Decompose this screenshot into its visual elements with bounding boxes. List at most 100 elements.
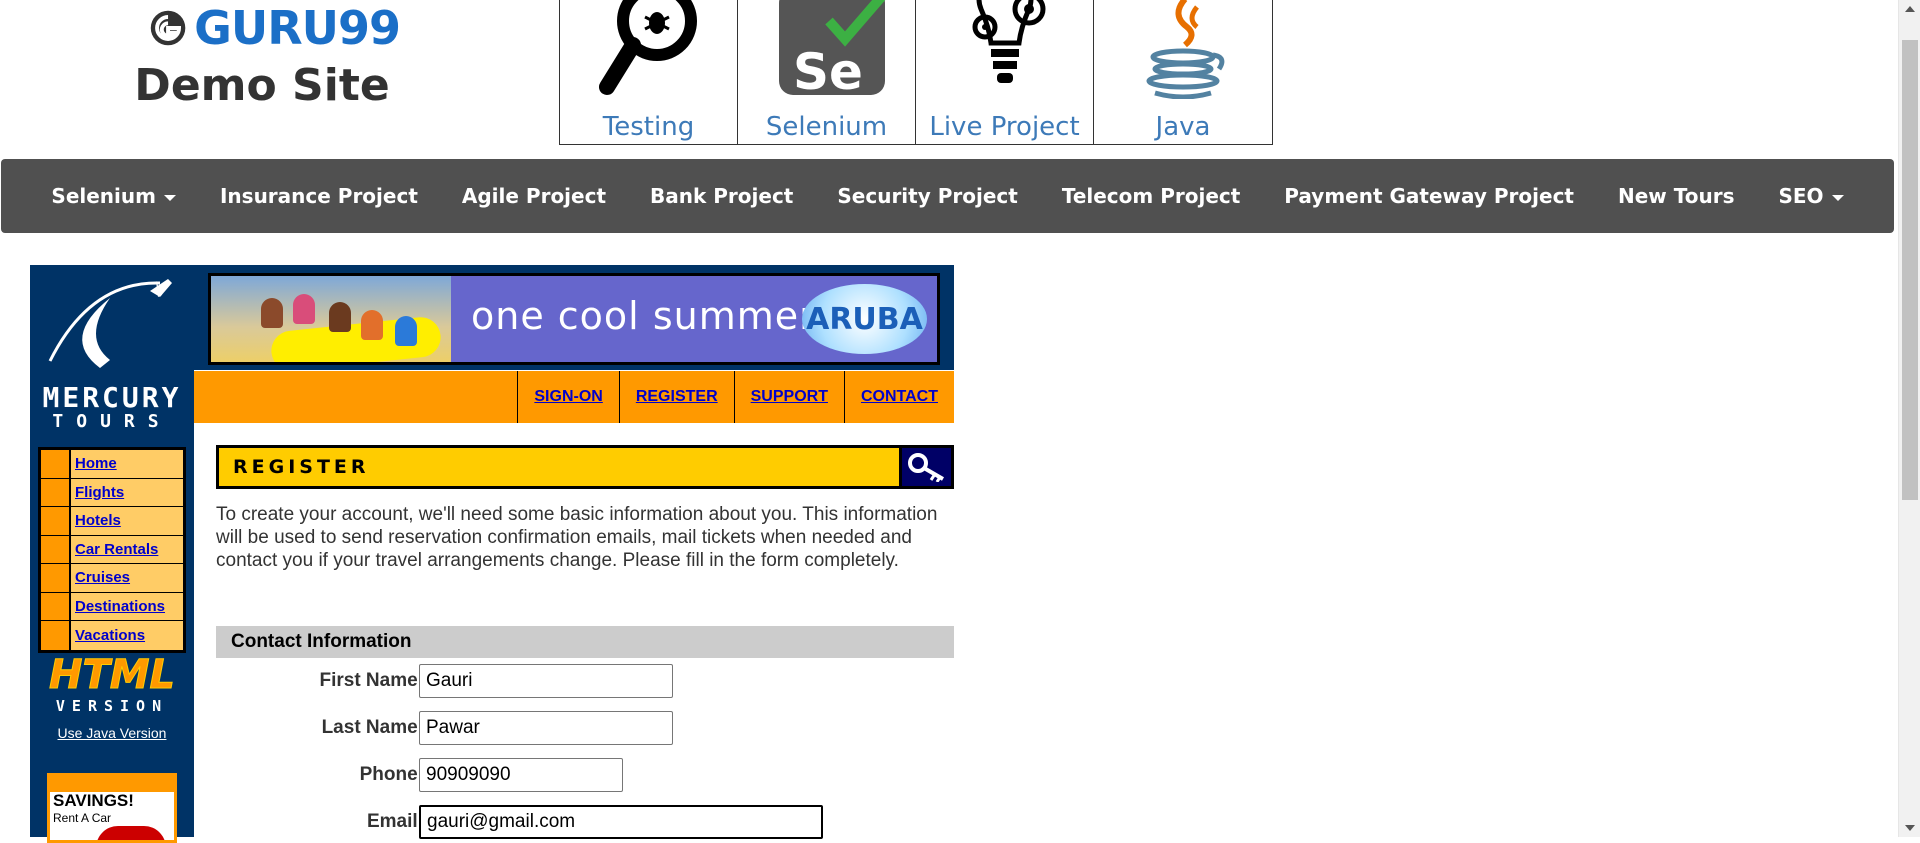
nav-payment-gateway-project[interactable]: Payment Gateway Project [1262,184,1596,208]
savings-title: SAVINGS! [53,791,134,810]
register-link[interactable]: REGISTER [636,388,718,406]
side-menu-item-car-rentals: Car Rentals [41,535,183,564]
banner-slogan: one cool summer [471,294,816,338]
register-intro-text: To create your account, we'll need some … [216,504,938,571]
nav-label: Agile Project [461,184,607,208]
phone-row: Phone: [216,758,954,794]
side-menu-link[interactable]: Car Rentals [75,541,158,558]
guru99-logo[interactable]: GURU99 [150,1,401,55]
email-row: Email: [216,805,954,841]
person-shape [293,294,315,324]
side-menu-link[interactable]: Hotels [75,512,121,529]
mercury-word: MERCURY [42,381,182,414]
aruba-banner[interactable]: one cool summer ARUBA [208,273,940,365]
last-name-row: Last Name: [216,711,954,747]
side-menu-link[interactable]: Destinations [75,598,165,615]
side-menu-item-destinations: Destinations [41,592,183,621]
nav-label: Security Project [837,184,1018,208]
contact-info-section-title: Contact Information [216,626,954,658]
tile-label: Selenium [765,112,888,142]
java-cup-icon [1094,0,1272,99]
phone-field[interactable] [419,758,623,792]
side-menu-link[interactable]: Home [75,455,117,472]
tours-word: TOURS [52,411,172,432]
nav-security-project[interactable]: Security Project [815,184,1039,208]
savings-ad-bar [50,776,174,792]
first-name-row: First Name: [216,664,954,700]
html-version-title: HTML [48,652,176,698]
nav-insurance-project[interactable]: Insurance Project [198,184,440,208]
magnifier-bug-icon [560,0,737,99]
tile-java[interactable]: Java [1094,0,1272,144]
page-scrollbar[interactable] [1898,0,1920,837]
menu-bullet [41,592,71,620]
side-menu-link[interactable]: Cruises [75,569,130,586]
scroll-up-arrow-icon[interactable] [1905,6,1915,12]
scrollbar-thumb[interactable] [1902,40,1918,500]
mercury-side-menu: Home Flights Hotels Car Rentals Cruises … [38,447,186,653]
car-image [96,826,166,840]
mercury-tours-logo[interactable]: MERCURY TOURS [30,273,194,432]
site-brand[interactable]: GURU99 Demo Site [134,0,401,108]
email-label: Email: [366,811,424,832]
side-menu-item-cruises: Cruises [41,564,183,593]
first-name-field[interactable] [419,664,673,698]
nav-seo[interactable]: SEO [1756,184,1865,208]
person-shape [395,316,417,346]
nav-telecom-project[interactable]: Telecom Project [1040,184,1262,208]
top-link-cell: SIGN-ON [517,371,618,423]
selenium-logo-icon: Se [738,0,915,99]
nav-label: Insurance Project [219,184,418,208]
savings-ad[interactable]: SAVINGS! Rent A Car [47,773,177,843]
top-link-cell: REGISTER [618,371,734,423]
airplane-logo-icon [48,279,172,368]
support-link[interactable]: SUPPORT [751,388,828,406]
side-menu-link[interactable]: Flights [75,484,124,501]
menu-bullet [41,450,71,478]
html-version-badge: HTML VERSION Use Java Version [30,652,194,742]
email-field[interactable] [419,805,823,839]
course-tiles: Testing Se Selenium Live Project Java [559,0,1273,145]
last-name-label: Last Name: [321,717,424,738]
last-name-field[interactable] [419,711,673,745]
caret-down-icon [163,194,176,201]
banner-area: one cool summer ARUBA [194,265,954,370]
menu-bullet [41,478,71,506]
person-shape [361,310,383,340]
nav-label: Bank Project [650,184,794,208]
person-shape [261,298,283,328]
first-name-label: First Name: [319,670,424,691]
sign-on-link[interactable]: SIGN-ON [534,388,602,406]
contact-link[interactable]: CONTACT [861,388,938,406]
scroll-down-arrow-icon[interactable] [1905,825,1915,831]
nav-label: New Tours [1618,184,1735,208]
side-menu-item-hotels: Hotels [41,507,183,536]
side-menu-item-vacations: Vacations [41,621,183,650]
tile-label: Testing [602,112,695,142]
savings-subtitle: Rent A Car [53,810,112,825]
nav-label: Telecom Project [1061,184,1241,208]
svg-text:Se: Se [793,43,863,99]
use-java-version-link[interactable]: Use Java Version [30,725,194,741]
nav-label: Selenium [51,184,156,208]
tile-live-project[interactable]: Live Project [916,0,1094,144]
site-subtitle: Demo Site [134,60,390,111]
aruba-logo: ARUBA [802,284,927,354]
guru99-logo-icon [150,10,186,46]
nav-new-tours[interactable]: New Tours [1596,184,1756,208]
nav-bank-project[interactable]: Bank Project [628,184,815,208]
html-version-subtitle: VERSION [55,697,169,715]
side-menu-item-home: Home [41,450,183,479]
side-menu-item-flights: Flights [41,478,183,507]
nav-selenium[interactable]: Selenium [29,184,198,208]
phone-label: Phone: [359,764,424,785]
beach-photo [211,276,451,362]
tile-selenium[interactable]: Se Selenium [738,0,916,144]
person-shape [329,302,351,332]
menu-bullet [41,564,71,592]
mercury-top-links: SIGN-ON REGISTER SUPPORT CONTACT [517,371,954,423]
tile-testing[interactable]: Testing [560,0,738,144]
lightbulb-gears-icon [916,0,1093,99]
nav-agile-project[interactable]: Agile Project [440,184,628,208]
side-menu-link[interactable]: Vacations [75,627,145,644]
